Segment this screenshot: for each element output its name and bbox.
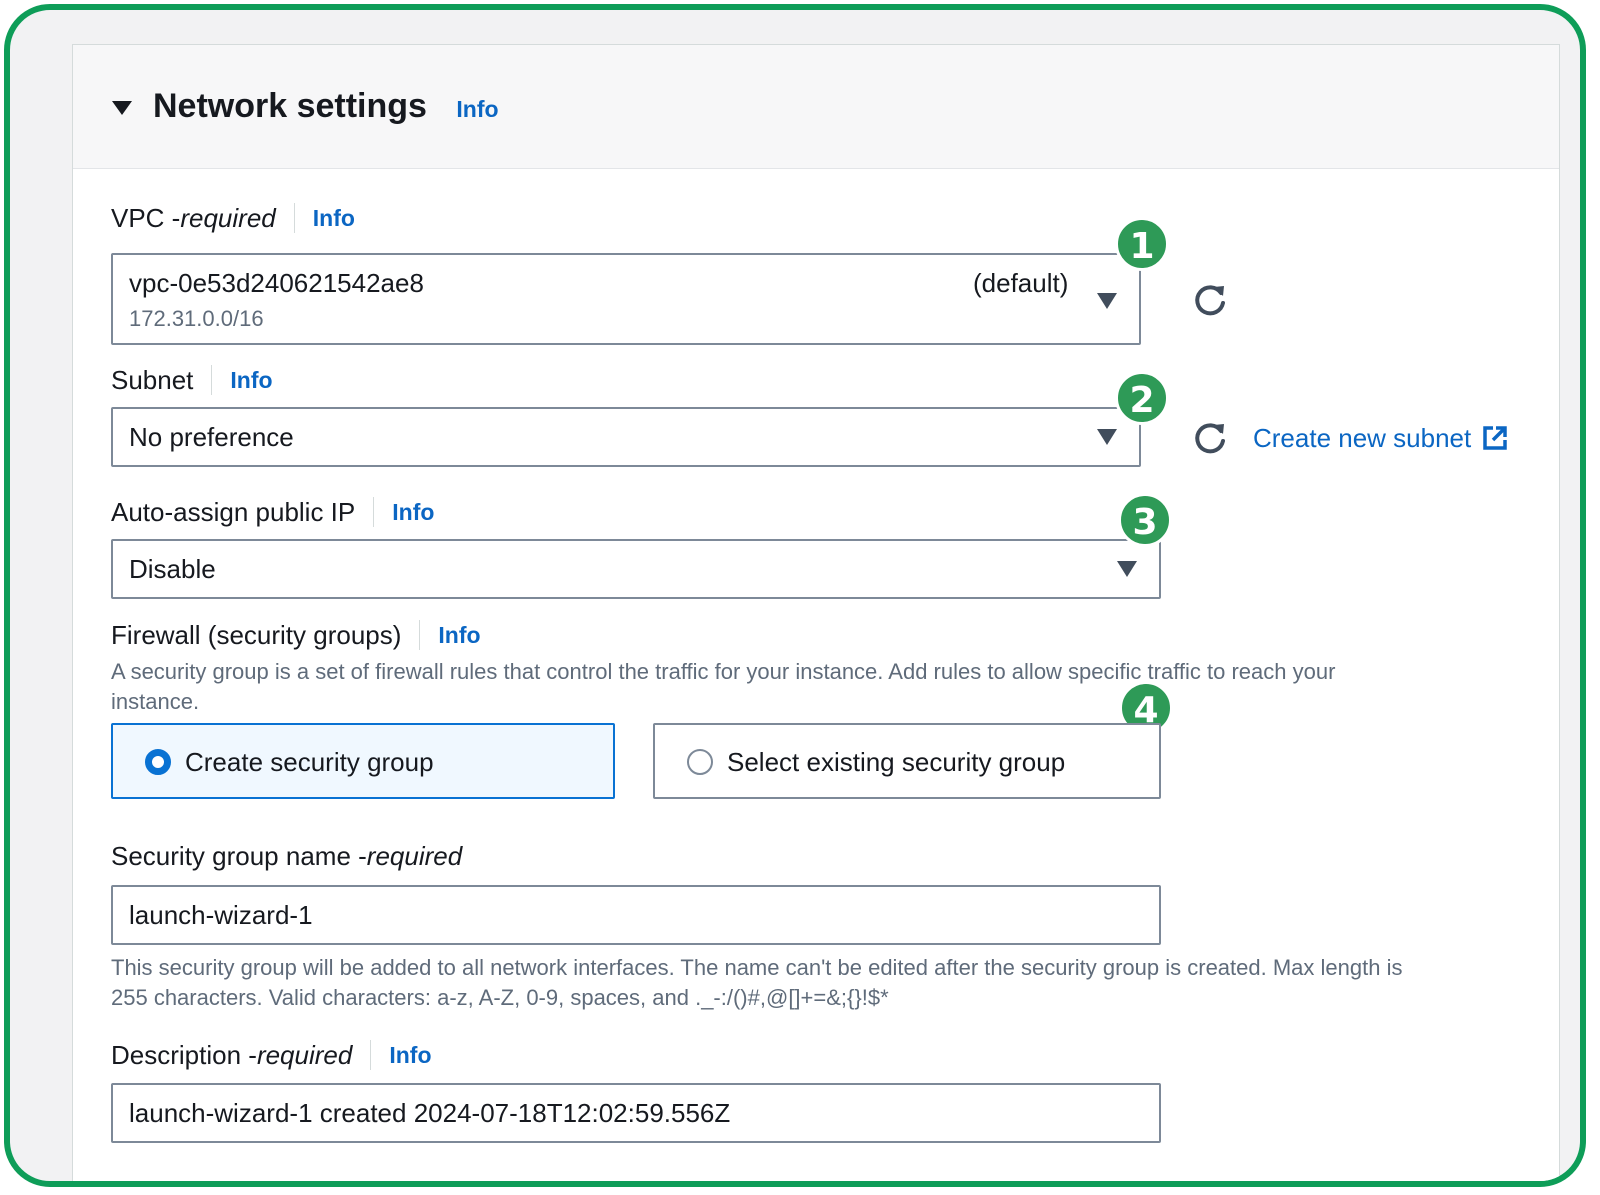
create-new-subnet-link[interactable]: Create new subnet [1253, 421, 1509, 455]
section-title: Network settings Info [153, 83, 499, 132]
public-ip-label: Auto-assign public IP Info [111, 495, 434, 529]
subnet-label: Subnet Info [111, 363, 273, 397]
caret-down-icon[interactable] [111, 97, 133, 119]
callout-badge-1: 1 [1115, 217, 1169, 271]
firewall-description-line-2: instance. [111, 689, 200, 714]
vpc-cidr: 172.31.0.0/16 [129, 306, 264, 331]
sg-name-required-text: required [366, 841, 463, 871]
sg-name-label: Security group name - required [111, 839, 462, 873]
firewall-label: Firewall (security groups) Info [111, 618, 481, 652]
panel-header[interactable]: Network settings Info [73, 45, 1559, 169]
description-input-value: launch-wizard-1 created 2024-07-18T12:02… [129, 1098, 731, 1128]
select-existing-security-group-label: Select existing security group [727, 747, 1066, 777]
triangle-down-icon [1117, 561, 1137, 577]
subnet-label-text: Subnet [111, 365, 194, 395]
firewall-description-line-1: A security group is a set of firewall ru… [111, 659, 1336, 684]
public-ip-info-link[interactable]: Info [392, 495, 434, 529]
label-divider [211, 365, 213, 395]
external-link-icon [1483, 426, 1507, 450]
subnet-info-link[interactable]: Info [230, 363, 272, 397]
refresh-icon[interactable] [1191, 419, 1229, 457]
vpc-label: VPC - required Info [111, 201, 355, 235]
label-divider [373, 497, 375, 527]
public-ip-select[interactable]: Disable [111, 539, 1161, 599]
network-settings-panel: Network settings Info VPC - required Inf… [72, 44, 1560, 1181]
label-divider [419, 620, 421, 650]
sg-name-help-line-2: 255 characters. Valid characters: a-z, A… [111, 985, 889, 1010]
description-info-link[interactable]: Info [389, 1038, 431, 1072]
sg-name-help: This security group will be added to all… [111, 953, 1541, 1013]
firewall-description: A security group is a set of firewall ru… [111, 657, 1511, 717]
vpc-default-tag: (default) [973, 268, 1069, 298]
subnet-select[interactable]: No preference [111, 407, 1141, 467]
firewall-label-text: Firewall (security groups) [111, 620, 402, 650]
public-ip-select-value: Disable [129, 554, 216, 584]
vpc-info-link[interactable]: Info [313, 201, 355, 235]
section-title-text: Network settings [153, 87, 427, 125]
header-info-link[interactable]: Info [456, 96, 498, 122]
description-label: Description - required Info [111, 1038, 432, 1072]
description-input[interactable]: launch-wizard-1 created 2024-07-18T12:02… [111, 1083, 1161, 1143]
label-divider [293, 203, 295, 233]
vpc-required-text: required [180, 203, 276, 233]
create-new-subnet-text: Create new subnet [1253, 423, 1472, 453]
select-existing-security-group-option[interactable]: Select existing security group [653, 723, 1161, 799]
radio-unselected[interactable] [687, 749, 713, 775]
callout-badge-2: 2 [1115, 371, 1169, 425]
label-divider [370, 1040, 372, 1070]
screenshot-frame: Network settings Info VPC - required Inf… [4, 4, 1586, 1187]
public-ip-label-text: Auto-assign public IP [111, 497, 356, 527]
description-required-text: required [256, 1040, 353, 1070]
sg-name-input[interactable]: launch-wizard-1 [111, 885, 1161, 945]
triangle-down-icon [1097, 429, 1117, 445]
sg-name-help-line-1: This security group will be added to all… [111, 955, 1403, 980]
triangle-down-icon [1097, 293, 1117, 309]
callout-badge-3: 3 [1118, 493, 1172, 547]
sg-name-input-value: launch-wizard-1 [129, 900, 313, 930]
create-security-group-label: Create security group [185, 747, 434, 777]
vpc-select[interactable]: vpc-0e53d240621542ae8 172.31.0.0/16 (def… [111, 253, 1141, 345]
vpc-select-value: vpc-0e53d240621542ae8 [129, 268, 424, 298]
sg-name-label-text: Security group name - [111, 841, 367, 871]
subnet-select-value: No preference [129, 422, 294, 452]
radio-selected[interactable] [145, 749, 171, 775]
refresh-icon[interactable] [1191, 281, 1229, 319]
firewall-info-link[interactable]: Info [438, 618, 480, 652]
description-label-text: Description - [111, 1040, 257, 1070]
create-security-group-option[interactable]: Create security group [111, 723, 615, 799]
vpc-label-text: VPC - [111, 203, 181, 233]
